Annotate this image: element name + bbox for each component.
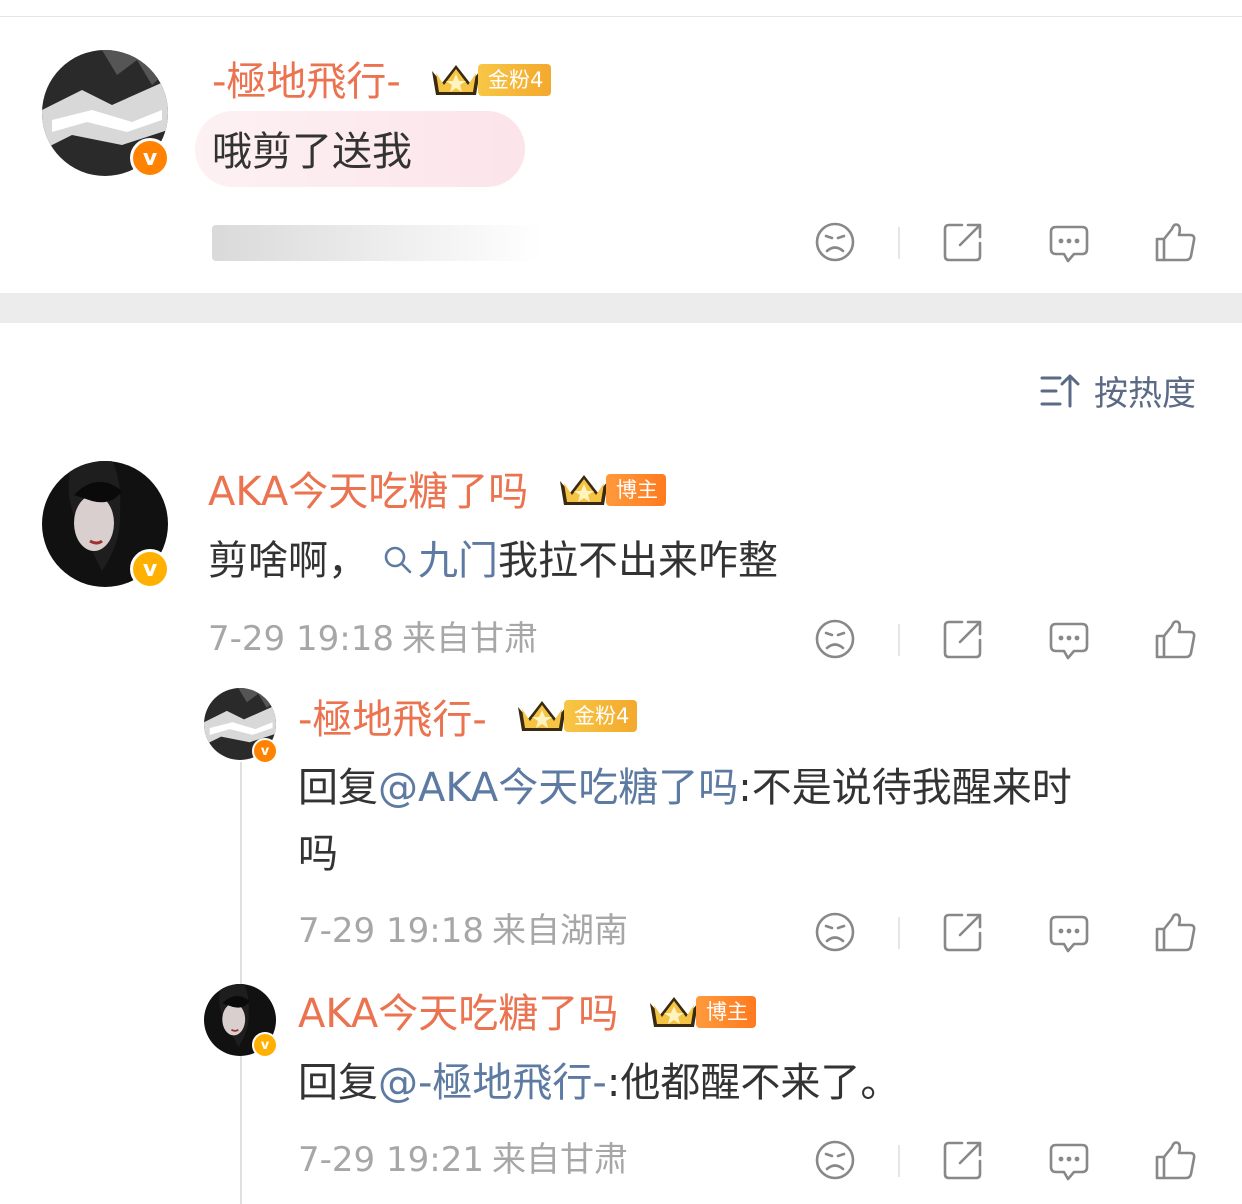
comment-icon <box>1049 622 1089 660</box>
mention-link[interactable]: @AKA今天吃糖了吗 <box>378 765 738 811</box>
search-icon <box>384 546 412 574</box>
share-button[interactable] <box>940 616 986 662</box>
comment-actions <box>812 616 1232 662</box>
like-icon <box>1155 1141 1196 1180</box>
share-icon <box>943 223 982 262</box>
comment-location: 来自甘肃 <box>492 1140 628 1180</box>
share-icon <box>943 620 982 659</box>
fan-level-label: 金粉4 <box>564 700 638 732</box>
username[interactable]: AKA今天吃糖了吗 <box>208 472 528 512</box>
reply-text-line1: :不是说待我醒来时 <box>738 765 1072 811</box>
like-button[interactable] <box>1152 1137 1198 1183</box>
sort-toggle[interactable]: 按热度 <box>1040 366 1196 415</box>
reply-prefix: 回复 <box>298 1060 378 1106</box>
share-button[interactable] <box>940 1137 986 1183</box>
share-icon <box>943 913 982 952</box>
topic-link[interactable]: 九门 <box>382 538 498 584</box>
share-button[interactable] <box>940 909 986 955</box>
crown-icon <box>560 475 608 505</box>
comment-button[interactable] <box>1046 616 1092 662</box>
crown-icon <box>518 701 566 731</box>
comment-text-start: 剪啥啊， <box>208 538 368 584</box>
sort-icon <box>1040 374 1080 407</box>
comment-location: 来自湖南 <box>492 911 628 951</box>
reply-text-body: :他都醒不来了。 <box>606 1060 901 1106</box>
reply-text: 回复@AKA今天吃糖了吗:不是说待我醒来时 <box>298 768 1072 808</box>
username[interactable]: -極地飛行- <box>212 62 401 102</box>
comment-text: 哦剪了送我 <box>212 129 412 175</box>
thread-line <box>240 762 242 1204</box>
comment-time: 7-29 19:18 <box>208 619 394 659</box>
blogger-badge[interactable]: 博主 <box>646 994 756 1030</box>
share-button[interactable] <box>940 219 986 265</box>
top-divider <box>0 16 1242 17</box>
reply-text-line2: 吗 <box>298 831 338 877</box>
blogger-label: 博主 <box>696 996 756 1028</box>
sort-label: 按热度 <box>1094 374 1196 414</box>
dislike-button[interactable] <box>812 909 858 955</box>
comment-location: 来自甘肃 <box>402 619 538 659</box>
comment-button[interactable] <box>1046 909 1092 955</box>
fan-level-label: 金粉4 <box>478 64 552 96</box>
fan-badge[interactable]: 金粉4 <box>514 698 638 734</box>
verified-badge-icon: v <box>130 138 170 178</box>
dislike-button[interactable] <box>812 1137 858 1183</box>
comment-text: 剪啥啊， 九门我拉不出来咋整 <box>208 541 778 581</box>
dislike-icon <box>815 1140 855 1180</box>
comment-button[interactable] <box>1046 219 1092 265</box>
crown-icon <box>432 65 480 95</box>
blogger-badge[interactable]: 博主 <box>556 472 666 508</box>
fan-badge[interactable]: 金粉4 <box>428 62 552 98</box>
action-divider <box>898 624 900 656</box>
comment-icon <box>1049 225 1089 263</box>
like-button[interactable] <box>1152 616 1198 662</box>
verified-badge-icon: v <box>252 738 278 764</box>
username[interactable]: AKA今天吃糖了吗 <box>298 994 618 1034</box>
action-divider <box>898 227 900 259</box>
dislike-button[interactable] <box>812 219 858 265</box>
comment-icon <box>1049 1143 1089 1181</box>
action-divider <box>898 917 900 949</box>
reply-prefix: 回复 <box>298 765 378 811</box>
comment-time: 7-29 19:18 <box>298 911 484 951</box>
dislike-button[interactable] <box>812 616 858 662</box>
comment-icon <box>1049 915 1089 953</box>
like-icon <box>1155 913 1196 952</box>
verified-badge-icon: v <box>252 1032 278 1058</box>
comment-actions <box>812 219 1232 265</box>
comment-text-end: 我拉不出来咋整 <box>498 538 778 584</box>
reply-text: 回复@-極地飛行-:他都醒不来了。 <box>298 1063 900 1103</box>
topic-text: 九门 <box>418 538 498 584</box>
comment-meta-faded <box>212 225 542 261</box>
mention-link[interactable]: @-極地飛行- <box>378 1060 607 1106</box>
dislike-icon <box>815 222 855 262</box>
dislike-icon <box>815 619 855 659</box>
verified-badge-icon: v <box>130 549 170 589</box>
share-icon <box>943 1141 982 1180</box>
blogger-label: 博主 <box>606 474 666 506</box>
like-button[interactable] <box>1152 909 1198 955</box>
like-icon <box>1155 223 1196 262</box>
comment-actions <box>812 1137 1232 1183</box>
action-divider <box>898 1145 900 1177</box>
crown-icon <box>650 997 698 1027</box>
like-button[interactable] <box>1152 219 1198 265</box>
comment-actions <box>812 909 1232 955</box>
username[interactable]: -極地飛行- <box>298 700 487 740</box>
section-divider <box>0 293 1242 323</box>
like-icon <box>1155 620 1196 659</box>
dislike-icon <box>815 912 855 952</box>
comment-button[interactable] <box>1046 1137 1092 1183</box>
comment-time: 7-29 19:21 <box>298 1140 484 1180</box>
